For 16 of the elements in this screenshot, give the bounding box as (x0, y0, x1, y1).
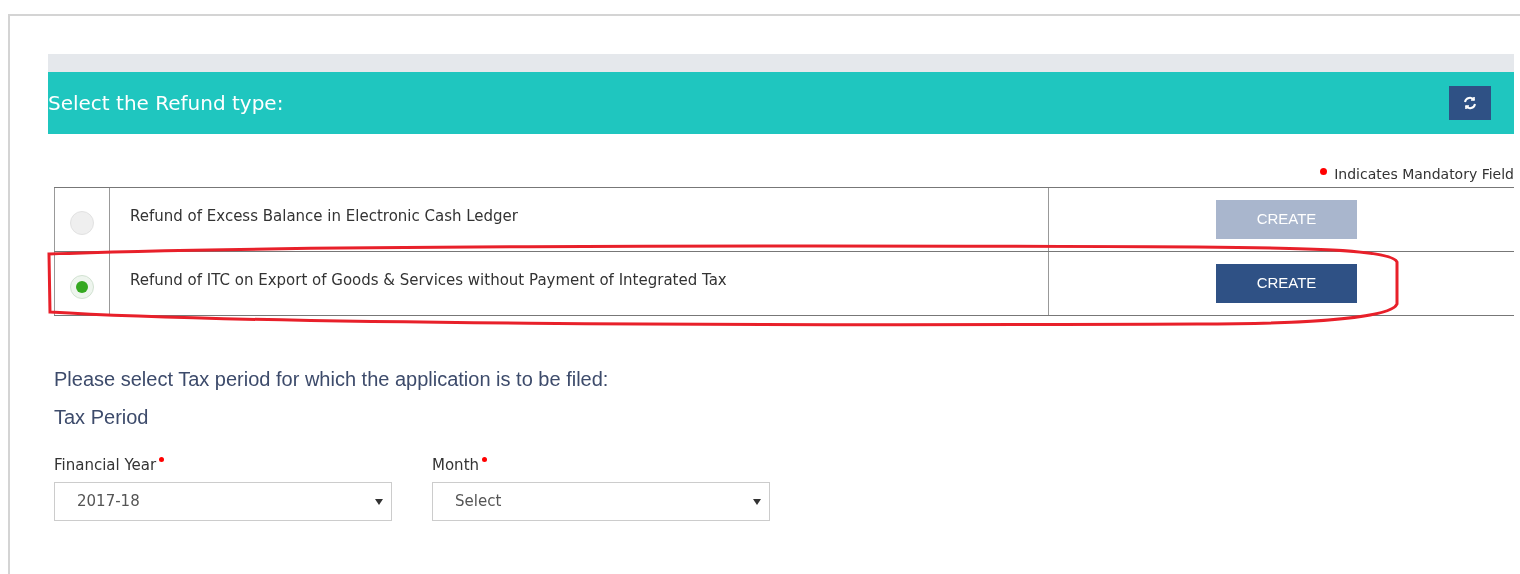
refresh-icon (1463, 96, 1477, 110)
radio-button[interactable] (70, 274, 94, 299)
select-field[interactable]: 2017-18 (54, 482, 392, 521)
prompt-text: Please select Tax period for which the application is to be filed: (54, 367, 610, 392)
caret-icon (375, 498, 383, 505)
section-title: Select the Refund type: (48, 90, 284, 117)
create-button[interactable]: CREATE (1216, 264, 1357, 303)
refund-type-label: Refund of Excess Balance in Electronic Cash Ledger (130, 207, 518, 225)
caret-icon (753, 498, 761, 505)
tax-period-heading: Tax Period (54, 405, 150, 430)
refund-type-label: Refund of ITC on Export of Goods & Services without Payment of Integrated Tax (130, 271, 727, 289)
mandatory-note: Indicates Mandatory Field (1334, 164, 1514, 184)
select-field[interactable]: Select (432, 482, 770, 521)
refresh-button[interactable] (1449, 86, 1491, 120)
field-label: Financial Year (54, 455, 157, 476)
field-label: Month (432, 455, 479, 476)
